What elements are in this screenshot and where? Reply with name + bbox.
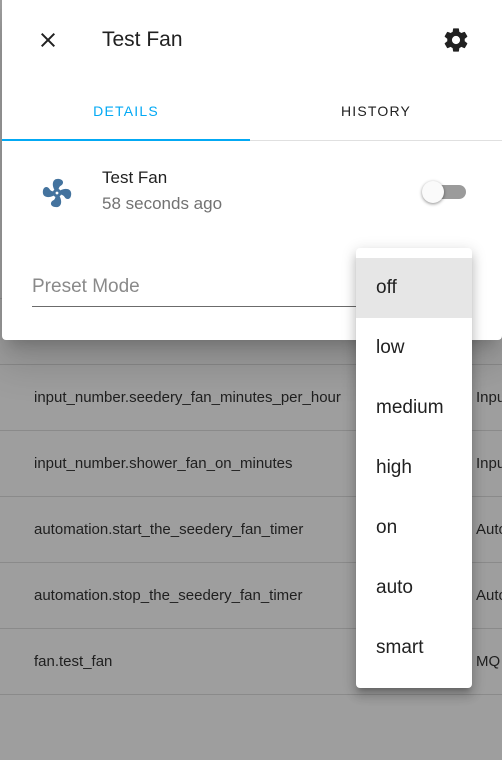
table-cell-entity: automation.stop_the_seedery_fan_timer <box>34 587 303 604</box>
menu-item-auto[interactable]: auto <box>356 558 472 618</box>
menu-item-smart[interactable]: smart <box>356 618 472 678</box>
tab-bar: DETAILS HISTORY <box>2 82 502 141</box>
preset-mode-select[interactable]: Preset Mode <box>32 270 362 307</box>
table-cell-type: Inpu <box>476 455 502 472</box>
fan-toggle[interactable] <box>422 180 466 204</box>
preset-mode-label: Preset Mode <box>32 276 140 297</box>
toggle-thumb <box>422 181 444 203</box>
tab-details[interactable]: DETAILS <box>2 82 250 140</box>
menu-item-on[interactable]: on <box>356 498 472 558</box>
table-row-divider <box>0 694 502 760</box>
entity-row: Test Fan 58 seconds ago <box>2 160 502 230</box>
menu-item-off[interactable]: off <box>356 258 472 318</box>
table-cell-type: Inpu <box>476 389 502 406</box>
entity-last-changed: 58 seconds ago <box>102 194 223 213</box>
menu-item-high[interactable]: high <box>356 438 472 498</box>
preset-mode-dropdown: off low medium high on auto smart <box>356 248 472 688</box>
table-cell-entity: automation.start_the_seedery_fan_timer <box>34 521 304 538</box>
menu-item-medium[interactable]: medium <box>356 378 472 438</box>
dialog-title: Test Fan <box>102 28 183 51</box>
close-icon <box>41 33 55 47</box>
close-button[interactable] <box>30 22 66 58</box>
gear-icon <box>444 28 468 52</box>
table-cell-type: Auto <box>476 587 502 604</box>
table-cell-entity: input_number.shower_fan_on_minutes <box>34 455 293 472</box>
fan-icon <box>42 178 72 208</box>
menu-item-low[interactable]: low <box>356 318 472 378</box>
table-cell-type: Auto <box>476 521 502 538</box>
table-cell-type: MQ <box>476 653 501 670</box>
active-tab-indicator <box>2 139 250 141</box>
tab-history[interactable]: HISTORY <box>250 82 502 140</box>
table-cell-entity: input_number.seedery_fan_minutes_per_hou… <box>34 389 341 406</box>
settings-button[interactable] <box>438 22 474 58</box>
table-cell-entity: fan.test_fan <box>34 653 113 670</box>
entity-name: Test Fan <box>102 168 168 187</box>
